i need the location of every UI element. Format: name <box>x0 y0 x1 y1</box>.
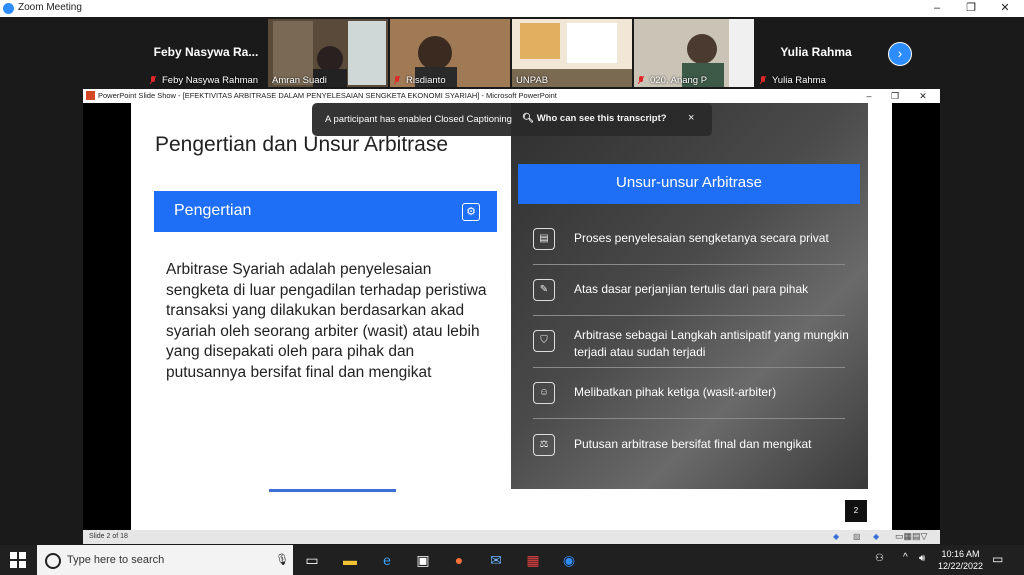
muted-mic-icon <box>394 76 400 84</box>
system-clock[interactable]: 10:16 AM 12/22/2022 <box>933 548 988 572</box>
unsur-item-text: Melibatkan pihak ketiga (wasit-arbiter) <box>574 385 777 399</box>
divider <box>533 418 845 419</box>
transcript-link[interactable]: 🔍︎ Who can see this transcript? <box>522 113 667 124</box>
participant-tile[interactable]: UNPAB <box>512 19 632 87</box>
unsur-item-text: Putusan arbitrase bersifat final dan men… <box>574 437 812 451</box>
windows-start-icon[interactable] <box>10 552 26 568</box>
participant-tile[interactable]: Feby Nasywa Ra... Feby Nasywa Rahman <box>146 19 266 87</box>
gavel-icon: ⚖ <box>533 434 555 456</box>
accent-underline <box>269 489 396 492</box>
participant-label: Yulia Rahma <box>772 75 826 86</box>
mail-icon[interactable]: ✉ <box>478 545 514 575</box>
notes-icon[interactable]: ▧ <box>853 532 861 541</box>
transcript-link-label: Who can see this transcript? <box>536 113 667 124</box>
file-explorer-icon[interactable]: ▬ <box>332 545 368 575</box>
slide-number: 2 <box>845 500 867 522</box>
people-icon: ☺ <box>533 382 555 404</box>
slide[interactable]: Pengertian dan Unsur Arbitrase Pengertia… <box>131 103 892 530</box>
ppt-minimize-button[interactable]: – <box>856 89 882 103</box>
gear-icon: ⚙ <box>462 203 480 221</box>
people-tray-icon[interactable]: ⚇ <box>875 553 884 564</box>
ppt-window-title: PowerPoint Slide Show - [EFEKTIVITAS ARB… <box>98 91 557 100</box>
muted-mic-icon <box>760 76 766 84</box>
participant-label: Feby Nasywa Rahman <box>162 75 259 86</box>
caption-toast: A participant has enabled Closed Caption… <box>312 103 712 136</box>
minimize-button[interactable]: – <box>920 0 954 17</box>
close-button[interactable]: ✕ <box>988 0 1022 17</box>
muted-mic-icon <box>150 76 156 84</box>
window-title: Zoom Meeting <box>18 2 82 13</box>
clock-date: 12/22/2022 <box>937 561 984 571</box>
clock-time: 10:16 AM <box>941 549 980 559</box>
powerpoint-icon <box>86 91 95 100</box>
close-toast-button[interactable]: × <box>688 112 694 124</box>
participant-label: Risdianto <box>406 75 446 86</box>
ppt-restore-button[interactable]: ❐ <box>882 89 908 103</box>
next-participants-button[interactable]: › <box>888 42 912 66</box>
firefox-icon[interactable]: ● <box>441 545 477 575</box>
unsur-item-text: Arbitrase sebagai Langkah antisipatif ya… <box>574 328 849 359</box>
slide-title: Pengertian dan Unsur Arbitrase <box>155 133 449 156</box>
maximize-button[interactable]: ❐ <box>954 0 988 17</box>
ppt-close-button[interactable]: ✕ <box>910 89 936 103</box>
volume-icon[interactable]: 🔊︎ <box>919 553 925 564</box>
search-icon <box>45 553 61 569</box>
taskbar: Type here to search 🎙︎ ▭ ▬ e ▣ ● ✉ ▦ ◉ ⚇… <box>0 545 1024 575</box>
slide-margin-right <box>892 103 940 530</box>
notifications-icon[interactable]: ▭ <box>992 552 1003 566</box>
unsur-panel: Unsur-unsur Arbitrase ▤ Proses penyelesa… <box>511 103 868 489</box>
edge-icon[interactable]: e <box>369 545 405 575</box>
zoom-logo-icon <box>3 3 14 14</box>
info-icon: 🔍︎ <box>522 113 537 124</box>
participant-label: Amran Suadi <box>272 75 327 86</box>
zoom-title-bar: Zoom Meeting – ❐ ✕ <box>0 0 1024 17</box>
chevron-right-icon: › <box>897 45 903 61</box>
participant-tile[interactable]: 020. Anang P <box>634 19 754 87</box>
chevron-up-icon[interactable]: ^ <box>903 552 908 563</box>
divider <box>533 367 845 368</box>
participant-label: UNPAB <box>516 75 549 86</box>
pengertian-header: Pengertian ⚙ <box>154 191 497 232</box>
participant-label: 020. Anang P <box>650 75 708 86</box>
slide-margin-left <box>83 103 131 530</box>
unsur-header: Unsur-unsur Arbitrase <box>518 164 860 204</box>
task-view-icon[interactable]: ▭ <box>294 545 330 575</box>
muted-mic-icon <box>638 76 644 84</box>
unsur-item-text: Atas dasar perjanjian tertulis dari para… <box>574 282 809 296</box>
participant-tile[interactable]: Amran Suadi <box>268 19 388 87</box>
zoom-app-icon[interactable]: ◉ <box>551 545 587 575</box>
caption-message: A participant has enabled Closed Caption… <box>325 114 512 125</box>
taskbar-search[interactable]: Type here to search 🎙︎ <box>37 545 293 575</box>
shield-user-icon: ⛉ <box>533 330 555 352</box>
unsur-label: Unsur-unsur Arbitrase <box>616 174 762 191</box>
participant-tile[interactable]: Yulia Rahma Yulia Rahma <box>756 19 876 87</box>
slide-counter: Slide 2 of 18 <box>89 533 128 540</box>
search-placeholder: Type here to search <box>67 554 165 566</box>
document-icon: ▤ <box>533 228 555 250</box>
calendar-app-icon[interactable]: ▦ <box>515 545 551 575</box>
store-icon[interactable]: ▣ <box>405 545 441 575</box>
contract-icon: ✎ <box>533 279 555 301</box>
microphone-icon[interactable]: 🎙︎ <box>275 553 289 566</box>
participant-name-large: Yulia Rahma <box>780 45 852 59</box>
participant-tile[interactable]: Risdianto <box>390 19 510 87</box>
ppt-status-bar: Slide 2 of 18 ◆ ▧ ◆ ▭▦▤▽ <box>83 530 940 544</box>
divider <box>533 315 845 316</box>
pengertian-label: Pengertian <box>174 202 252 219</box>
participant-name-large: Feby Nasywa Ra... <box>153 45 259 59</box>
divider <box>533 264 845 265</box>
next-slide-icon[interactable]: ◆ <box>873 532 879 541</box>
prev-slide-icon[interactable]: ◆ <box>833 532 839 541</box>
definition-text: Arbitrase Syariah adalah penyelesaian se… <box>166 261 487 381</box>
unsur-item-text: Proses penyelesaian sengketanya secara p… <box>574 231 829 245</box>
view-buttons-icon[interactable]: ▭▦▤▽ <box>895 531 927 542</box>
